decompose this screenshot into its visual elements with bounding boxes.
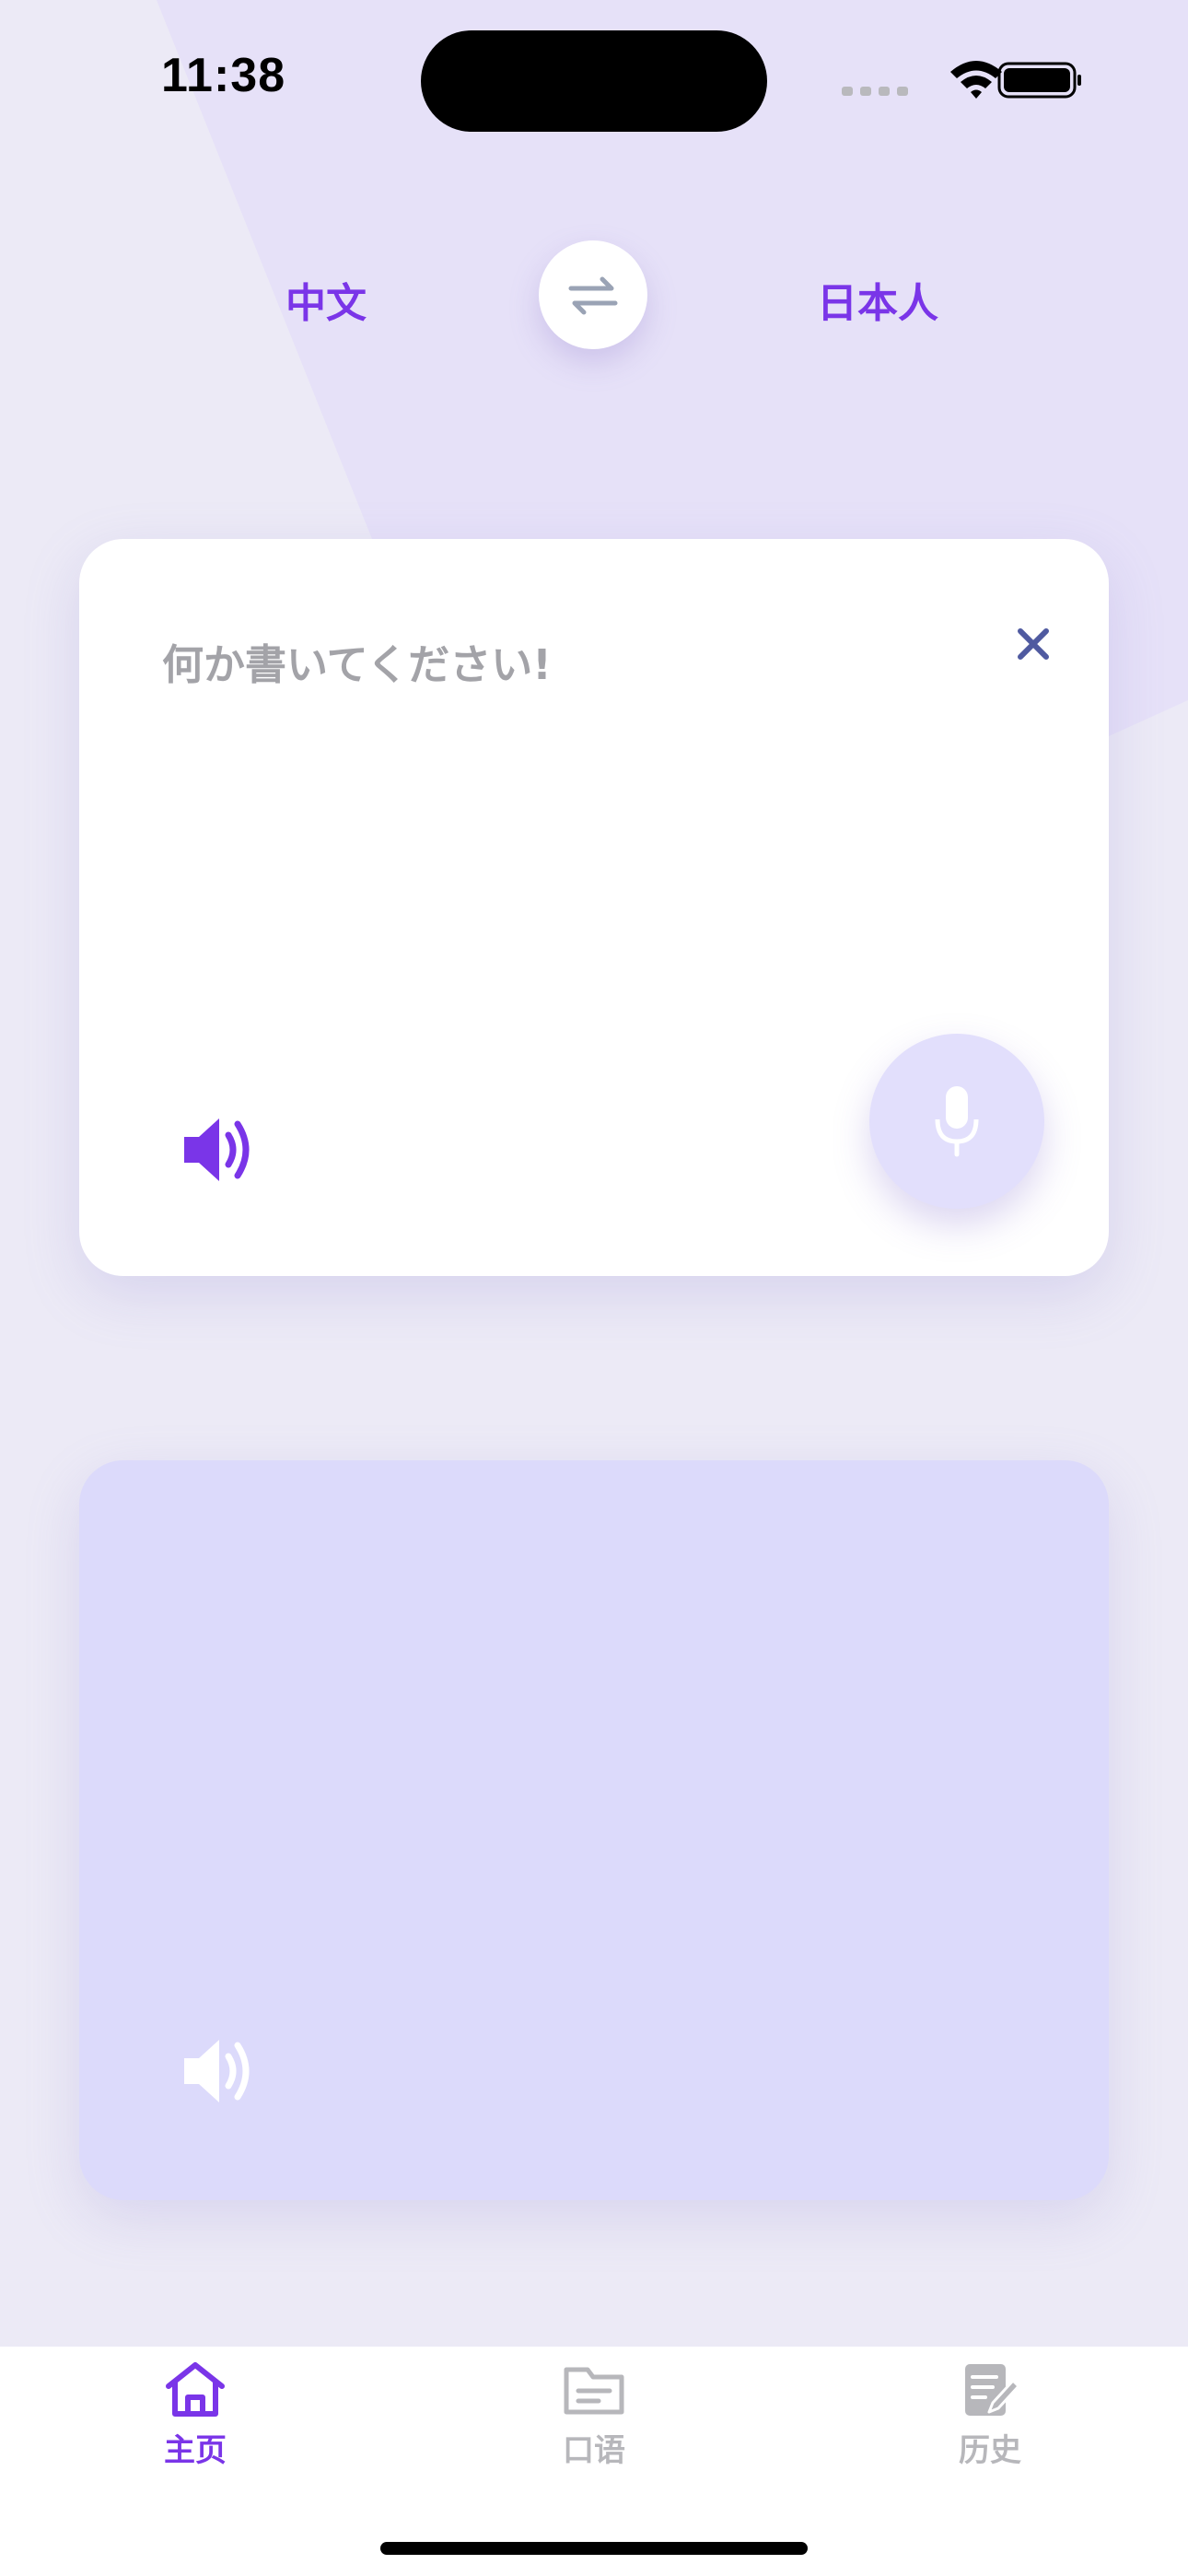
output-card xyxy=(79,1460,1109,2200)
clear-button[interactable] xyxy=(1006,616,1061,672)
target-language-button[interactable]: 日本人 xyxy=(817,270,938,329)
input-card: 何か書いてください! xyxy=(79,539,1109,1276)
tab-speak[interactable]: 口语 xyxy=(502,2347,686,2470)
tab-history-label: 历史 xyxy=(959,2432,1021,2469)
speaker-icon xyxy=(184,1118,250,1181)
status-icons xyxy=(842,55,1081,114)
input-text-area[interactable]: 何か書いてください! xyxy=(162,631,552,691)
status-time: 11:38 xyxy=(161,49,286,102)
signal-icon xyxy=(842,87,908,96)
microphone-icon xyxy=(935,1086,979,1157)
folder-icon xyxy=(564,2367,624,2415)
home-icon xyxy=(166,2362,225,2417)
tab-home[interactable]: 主页 xyxy=(103,2347,287,2470)
speaker-icon xyxy=(184,2040,250,2102)
play-output-button[interactable] xyxy=(181,2036,254,2110)
document-edit-icon xyxy=(965,2364,1020,2416)
dynamic-island xyxy=(421,30,767,132)
close-icon xyxy=(1018,628,1049,660)
swap-icon xyxy=(568,276,618,315)
home-indicator xyxy=(380,2542,808,2555)
source-language-button[interactable]: 中文 xyxy=(285,270,367,329)
tab-history[interactable]: 历史 xyxy=(898,2347,1082,2470)
wifi-icon xyxy=(950,61,1002,99)
microphone-button[interactable] xyxy=(869,1034,1044,1209)
swap-languages-button[interactable] xyxy=(539,240,647,349)
tab-speak-label: 口语 xyxy=(563,2432,625,2469)
play-input-button[interactable] xyxy=(181,1115,254,1188)
battery-icon xyxy=(997,62,1081,99)
tab-home-label: 主页 xyxy=(164,2432,227,2469)
